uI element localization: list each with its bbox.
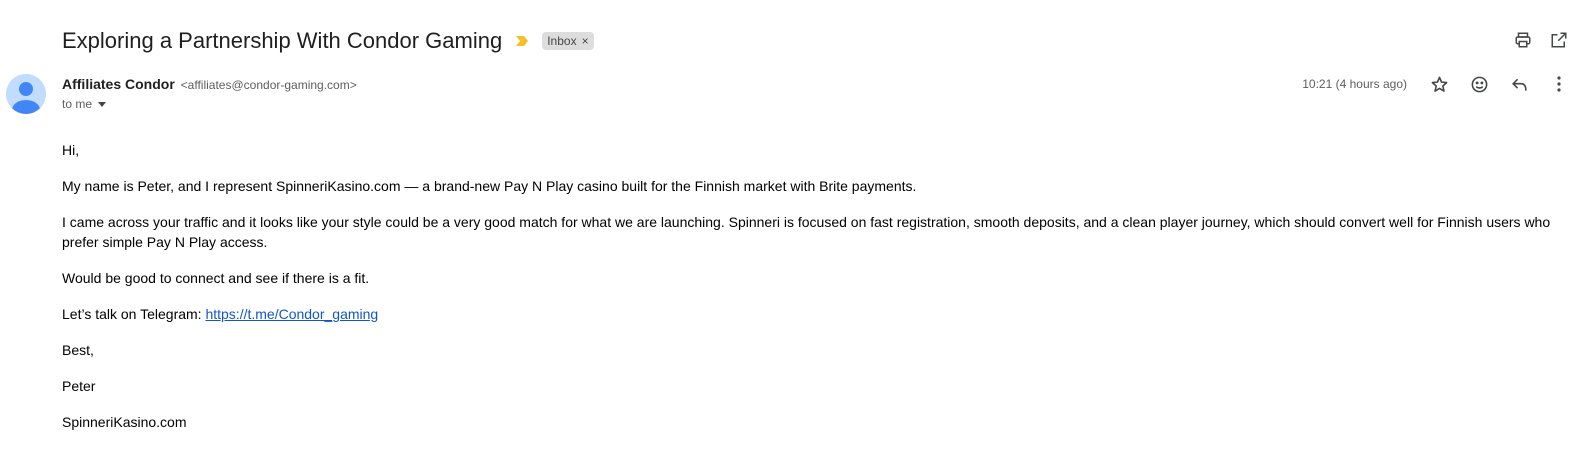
star-icon[interactable] xyxy=(1429,72,1449,96)
signature-site: SpinneriKasino.com xyxy=(62,414,187,430)
timestamp: 10:21 (4 hours ago) xyxy=(1302,77,1407,91)
label-chip-text: Inbox xyxy=(547,34,577,48)
sender-line: Affiliates Condor <affiliates@condor-gam… xyxy=(62,76,357,92)
signoff: Best, xyxy=(62,342,94,358)
person-icon xyxy=(6,74,46,114)
close-icon[interactable]: × xyxy=(582,34,589,48)
emoji-icon[interactable] xyxy=(1469,72,1489,96)
telegram-link[interactable]: https://t.me/Condor_gaming xyxy=(205,306,378,322)
print-icon[interactable] xyxy=(1513,30,1533,50)
email-body: Hi, My name is Peter, and I represent Sp… xyxy=(62,140,1552,448)
body-paragraph-1: My name is Peter, and I represent Spinne… xyxy=(62,178,917,194)
open-in-new-window-icon[interactable] xyxy=(1549,30,1569,50)
header-actions xyxy=(1513,30,1569,50)
importance-marker-icon[interactable] xyxy=(515,34,530,48)
telegram-prefix: Let’s talk on Telegram: xyxy=(62,306,206,322)
reply-icon[interactable] xyxy=(1509,72,1529,96)
recipient-text: to me xyxy=(62,97,93,111)
greeting: Hi, xyxy=(62,142,80,158)
body-paragraph-3: Would be good to connect and see if ther… xyxy=(62,270,370,286)
recipient-line: to me xyxy=(62,97,107,111)
body-paragraph-2: I came across your traffic and it looks … xyxy=(62,214,1551,250)
email-view: Exploring a Partnership With Condor Gami… xyxy=(0,0,1575,468)
subject-row: Exploring a Partnership With Condor Gami… xyxy=(62,26,594,56)
message-actions: 10:21 (4 hours ago) xyxy=(1302,72,1569,96)
chevron-down-icon[interactable] xyxy=(98,101,107,107)
body-paragraph-4: Let’s talk on Telegram: https://t.me/Con… xyxy=(62,304,1552,324)
more-vertical-icon[interactable] xyxy=(1549,72,1569,96)
avatar[interactable] xyxy=(6,74,46,114)
sender-email: <affiliates@condor-gaming.com> xyxy=(180,78,357,92)
label-chip-inbox[interactable]: Inbox × xyxy=(542,32,594,50)
signature-name: Peter xyxy=(62,378,96,394)
sender-name[interactable]: Affiliates Condor xyxy=(62,76,175,92)
email-subject: Exploring a Partnership With Condor Gami… xyxy=(62,28,503,53)
